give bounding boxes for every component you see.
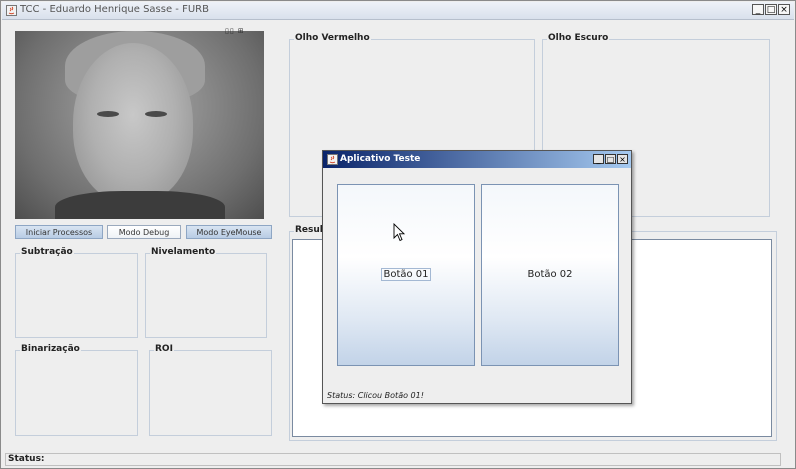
title-bar[interactable]: TCC - Eduardo Henrique Sasse - FURB _ □ … [2,2,794,20]
java-app-icon [6,5,17,16]
subtracao-panel: Subtração [15,247,138,338]
right-eye [145,111,167,117]
botao-02-label: Botão 02 [527,269,573,280]
test-app-dialog: Aplicativo Teste _ □ × Botão 01 Botão 02… [322,150,632,404]
panel-title: Binarização [20,344,81,354]
close-button[interactable]: × [778,4,790,15]
panel-title: Olho Vermelho [294,33,371,43]
maximize-button[interactable]: □ [765,4,777,15]
botao-02-button[interactable]: Botão 02 [481,184,619,366]
dialog-minimize-button[interactable]: _ [593,154,604,164]
dialog-title: Aplicativo Teste [340,154,421,164]
panel-title: ROI [154,344,174,354]
window-title: TCC - Eduardo Henrique Sasse - FURB [20,4,209,15]
java-app-icon [327,154,338,165]
minimize-button[interactable]: _ [752,4,764,15]
panel-title: Nivelamento [150,247,217,257]
eyemouse-mode-button[interactable]: Modo EyeMouse [186,225,272,239]
panel-title: Olho Escuro [547,33,610,43]
webcam-controls-icon[interactable]: ▯▯ ⊞ [225,27,265,35]
face-image [73,43,193,203]
status-bar: Status: [5,453,781,466]
botao-01-label: Botão 01 [381,268,431,281]
webcam-view [15,31,264,219]
panel-title: Subtração [20,247,74,257]
nivelamento-panel: Nivelamento [145,247,267,338]
binarizacao-panel: Binarização [15,344,138,436]
botao-01-button[interactable]: Botão 01 [337,184,475,366]
start-processes-button[interactable]: Iniciar Processos [15,225,103,239]
dialog-status: Status: Clicou Botão 01! [327,391,424,400]
dialog-title-bar[interactable]: Aplicativo Teste _ □ × [323,151,631,168]
debug-mode-button[interactable]: Modo Debug [107,225,181,239]
left-eye [97,111,119,117]
roi-panel: ROI [149,344,272,436]
mouse-cursor-icon [393,223,406,242]
dialog-maximize-button[interactable]: □ [605,154,616,164]
dialog-close-button[interactable]: × [617,154,628,164]
